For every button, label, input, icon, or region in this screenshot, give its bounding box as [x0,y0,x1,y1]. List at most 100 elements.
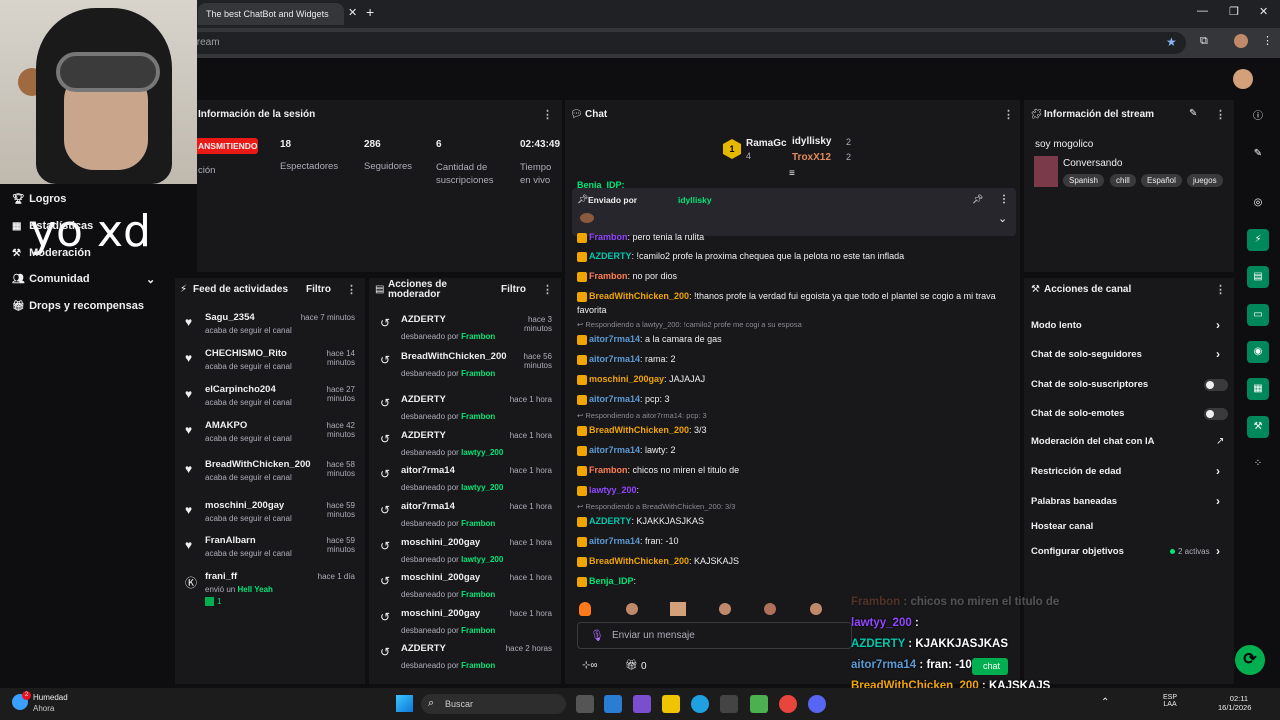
edge-icon[interactable] [691,695,709,713]
feed-item-name[interactable]: elCarpincho204 [205,384,276,395]
feed-item-name[interactable]: AMAKPO [205,420,247,431]
tray-chevron-icon[interactable]: ⌃ [1101,697,1109,708]
store-icon[interactable] [720,695,738,713]
taskbar-search[interactable]: ⌕ Buscar [421,694,566,714]
chevron-right-icon[interactable]: › [1216,347,1220,361]
emote-icon[interactable] [764,603,776,615]
modactions-filter-button[interactable]: Filtro [501,284,526,295]
mod-action-user[interactable]: AZDERTY [401,430,446,441]
emote-icon[interactable] [579,602,591,616]
chat-username[interactable]: BreadWithChicken_200 [589,291,689,301]
mod-action-user[interactable]: moschini_200gay [401,537,480,548]
points-icon[interactable]: ⊹∞ [582,660,598,671]
mod-action-user[interactable]: moschini_200gay [401,572,480,583]
chat-username[interactable]: BreadWithChicken_200 [589,556,689,566]
language-indicator[interactable]: ESP LAA [1163,694,1177,708]
bookmark-star-icon[interactable]: ★ [1166,35,1177,49]
minecraft-icon[interactable] [750,695,768,713]
chevron-right-icon[interactable]: › [1216,318,1220,332]
toggle-switch[interactable] [1204,408,1228,420]
chat-icon[interactable]: ▭ [1247,304,1269,326]
layout-icon[interactable]: ▦ [1247,378,1269,400]
channel-action-label[interactable]: Configurar objetivos [1031,546,1124,557]
chat-username[interactable]: AZDERTY [589,516,632,526]
channel-action-label[interactable]: Chat de solo-seguidores [1031,349,1142,360]
browser-tab[interactable]: The best ChatBot and Widgets [198,3,344,25]
feed-item-name[interactable]: BreadWithChicken_200 [205,459,311,470]
tag-juegos[interactable]: juegos [1187,174,1223,187]
extensions-icon[interactable]: ⧉ [1200,35,1208,48]
chat-username[interactable]: Frambon [589,465,628,475]
moderator-name[interactable]: Frambon [461,412,495,421]
moderator-name[interactable]: Frambon [461,661,495,670]
sync-fab[interactable]: ⟳ [1235,645,1265,675]
channel-actions-menu-icon[interactable]: ⋮ [1215,283,1226,296]
modactions-menu-icon[interactable]: ⋮ [542,283,553,296]
external-link-icon[interactable]: ↗ [1216,436,1224,447]
task-view-icon[interactable] [576,695,594,713]
chat-input[interactable]: 🎙︎ Enviar un mensaje [577,622,852,649]
channel-action-label[interactable]: Chat de solo-emotes [1031,408,1124,419]
minimize-icon[interactable]: — [1197,5,1208,17]
mod-action-user[interactable]: BreadWithChicken_200 [401,351,507,362]
nav-moderacion[interactable]: ⚒ Moderación [12,247,91,259]
browser-menu-icon[interactable]: ⋮ [1262,34,1273,47]
mod-action-user[interactable]: moschini_200gay [401,608,480,619]
profile-avatar[interactable] [1234,34,1248,48]
moderator-name[interactable]: Frambon [461,626,495,635]
pen-icon[interactable]: ✎ [1247,143,1269,165]
new-tab-icon[interactable]: + [366,4,374,20]
emote-icon[interactable] [810,603,822,615]
chat-collapse-icon[interactable]: ≡ [789,168,795,179]
tag-spanish[interactable]: Spanish [1063,174,1104,187]
toggle-switch[interactable] [1204,379,1228,391]
discord-icon[interactable] [808,695,826,713]
channel-action-label[interactable]: Restricción de edad [1031,466,1121,477]
moderator-name[interactable]: lawtyy_200 [461,483,503,492]
nav-logros[interactable]: 🏆︎ Logros [12,193,66,205]
feed-item-name[interactable]: FranAlbarn [205,535,256,546]
session-menu-icon[interactable]: ⋮ [542,108,553,121]
moderator-name[interactable]: Frambon [461,519,495,528]
chat-username[interactable]: aitor7rma14 [589,445,640,455]
chat-username[interactable]: AZDERTY [589,251,632,261]
feed-item-name[interactable]: frani_ff [205,571,237,582]
clock[interactable]: 02:11 16/1/2026 [1218,694,1251,712]
windows-start-icon[interactable] [396,695,413,712]
info-icon[interactable]: ⓘ [1247,106,1269,128]
emote-icon[interactable] [719,603,731,615]
expand-chevron-icon[interactable]: ⌄ [998,212,1007,225]
microphone-icon[interactable]: 🎙︎ [590,629,604,642]
address-bar[interactable]: tream ★ [190,32,1186,54]
feed-item-name[interactable]: moschini_200gay [205,500,284,511]
edit-pencil-icon[interactable]: ✎ [1189,108,1197,119]
mod-action-user[interactable]: aitor7rma14 [401,501,455,512]
chat-menu-icon[interactable]: ⋮ [1003,108,1014,121]
chat-username[interactable]: lawtyy_200 [589,485,637,495]
channel-action-label[interactable]: Chat de solo-suscriptores [1031,379,1148,390]
feed-item-name[interactable]: CHECHISMO_Rito [205,348,287,359]
chrome-icon[interactable] [779,695,797,713]
mod-action-user[interactable]: AZDERTY [401,314,446,325]
stream-info-menu-icon[interactable]: ⋮ [1215,108,1226,121]
tag-espanol[interactable]: Español [1141,174,1182,187]
emote-icon[interactable] [626,603,638,615]
chat-username[interactable]: Frambon [589,271,628,281]
app-icon[interactable] [604,695,622,713]
channel-action-label[interactable]: Modo lento [1031,320,1082,331]
broadcast-icon[interactable]: ◉ [1247,341,1269,363]
chevron-right-icon[interactable]: › [1216,464,1220,478]
nav-drops[interactable]: 🎁︎ Drops y recompensas [12,300,144,312]
lightning-icon[interactable]: ⚡︎ [1247,229,1269,251]
chat-username[interactable]: BreadWithChicken_200 [589,425,689,435]
chat-username[interactable]: aitor7rma14 [589,394,640,404]
channel-action-label[interactable]: Moderación del chat con IA [1031,436,1155,447]
clipboard-icon[interactable]: ▤ [1247,266,1269,288]
channel-action-label[interactable]: Palabras baneadas [1031,496,1117,507]
close-tab-icon[interactable]: ✕ [348,6,357,19]
tag-chill[interactable]: chill [1110,174,1136,187]
app-icon[interactable] [633,695,651,713]
feed-filter-button[interactable]: Filtro [306,284,331,295]
gift-box-icon[interactable]: 🎁︎ [625,660,638,671]
moderator-name[interactable]: Frambon [461,369,495,378]
